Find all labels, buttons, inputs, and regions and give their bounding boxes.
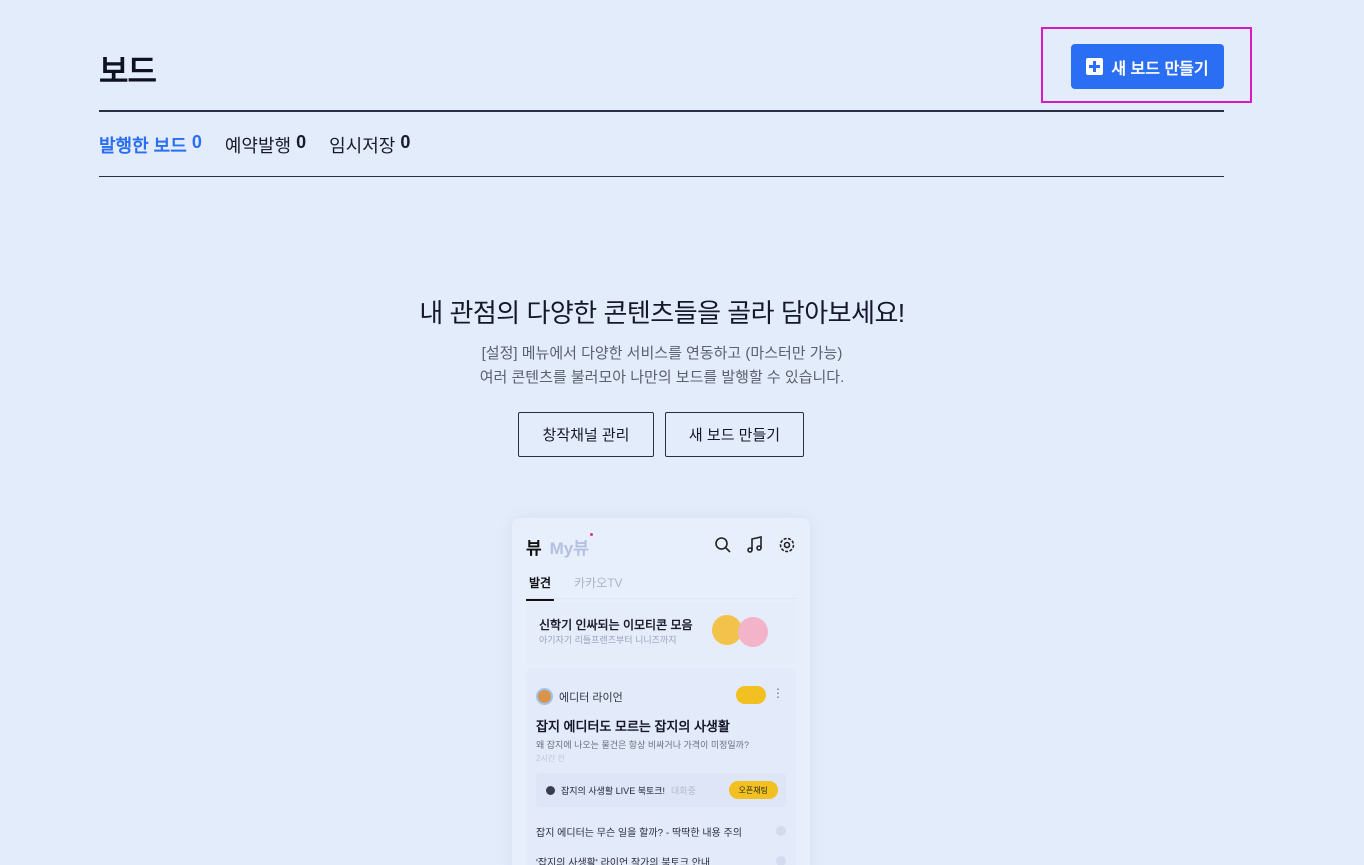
card-author: 에디터 라이언 xyxy=(536,688,623,705)
chat-bubble-icon xyxy=(546,785,555,795)
tab-count: 0 xyxy=(296,132,307,152)
tab-label: 임시저장 xyxy=(329,136,396,156)
preview-phone: 뷰 My뷰 발견 카카오TV 신학기 인싸되는 이모티콘 모음 아기자기 리틀프… xyxy=(512,518,810,865)
preview-logo: 뷰 My뷰 xyxy=(526,533,594,559)
live-label: 잡지의 사생활 LIVE 북토크! xyxy=(561,785,666,796)
more-icon: ⋮ xyxy=(772,686,784,700)
view-logo: 뷰 xyxy=(526,539,542,558)
tab-label: 예약발행 xyxy=(224,136,292,156)
live-status: 대화중 xyxy=(671,785,696,796)
board-tabs: 발행한 보드 0 예약발행 0 임시저장 0 xyxy=(99,132,410,158)
tab-count: 0 xyxy=(400,132,411,152)
new-board-secondary-button[interactable]: 새 보드 만들기 xyxy=(665,412,804,457)
preview-toolbar xyxy=(714,536,796,554)
tab-published[interactable]: 발행한 보드 0 xyxy=(99,132,202,158)
emoticon-image xyxy=(738,617,768,647)
empty-state-description: [설정] 메뉴에서 다양한 서비스를 연동하고 (마스터만 가능) 여러 콘텐츠… xyxy=(0,342,1324,390)
search-icon xyxy=(715,537,731,553)
new-board-button[interactable]: 새 보드 만들기 xyxy=(1071,44,1224,89)
tab-label: 발행한 보드 xyxy=(99,136,187,156)
card-time: 2시간 전 xyxy=(536,754,565,763)
preview-divider xyxy=(526,598,796,599)
live-chat-row: 잡지의 사생활 LIVE 북토크! 대화중 오픈채팅 xyxy=(536,773,786,807)
new-board-button-label: 새 보드 만들기 xyxy=(1111,60,1209,78)
page-title: 보드 xyxy=(99,53,157,89)
empty-state-desc-line: 여러 콘텐츠를 불러모아 나만의 보드를 발행할 수 있습니다. xyxy=(479,369,845,386)
chat-badge-icon xyxy=(736,686,766,704)
empty-state-title: 내 관점의 다양한 콘텐츠들을 골라 담아보세요! xyxy=(419,298,905,328)
avatar xyxy=(536,688,553,705)
list-item: 잡지 에디터는 무슨 일을 할까? - 딱딱한 내용 주의 xyxy=(536,824,786,839)
preview-tab-kakaotv: 카카오TV xyxy=(574,576,623,590)
preview-tabs: 발견 카카오TV xyxy=(526,574,623,601)
banner-title: 신학기 인싸되는 이모티콘 모음 xyxy=(539,618,693,632)
tab-count: 0 xyxy=(191,132,202,152)
tab-drafts[interactable]: 임시저장 0 xyxy=(329,132,410,158)
tab-scheduled[interactable]: 예약발행 0 xyxy=(225,132,306,158)
preview-card: 에디터 라이언 ⋮ 잡지 에디터도 모르는 잡지의 사생활 왜 잡지에 나오는 … xyxy=(526,668,796,865)
gear-icon xyxy=(779,537,795,553)
author-name: 에디터 라이언 xyxy=(559,691,623,704)
card-subtitle: 왜 잡지에 나오는 물건은 항상 비싸거나 가격이 미정일까? xyxy=(536,740,749,750)
divider-top xyxy=(99,110,1224,112)
banner-subtitle: 아기자기 리틀프렌즈부터 니니즈까지 xyxy=(539,635,677,645)
preview-banner: 신학기 인싸되는 이모티콘 모음 아기자기 리틀프렌즈부터 니니즈까지 xyxy=(526,602,796,664)
card-title: 잡지 에디터도 모르는 잡지의 사생활 xyxy=(536,719,730,734)
divider-bottom xyxy=(99,176,1224,177)
empty-state-desc-line: [설정] 메뉴에서 다양한 서비스를 연동하고 (마스터만 가능) xyxy=(481,345,843,362)
preview-tab-discover: 발견 xyxy=(526,574,555,601)
music-icon xyxy=(747,536,762,553)
open-chat-badge: 오픈채팅 xyxy=(728,781,778,799)
list-item: '잡지의 사생활' 라이언 작가의 북토크 안내 xyxy=(536,854,786,865)
plus-icon xyxy=(1086,58,1104,75)
manage-channel-button[interactable]: 창작채널 관리 xyxy=(518,412,654,457)
my-view-logo: My뷰 xyxy=(550,533,594,559)
